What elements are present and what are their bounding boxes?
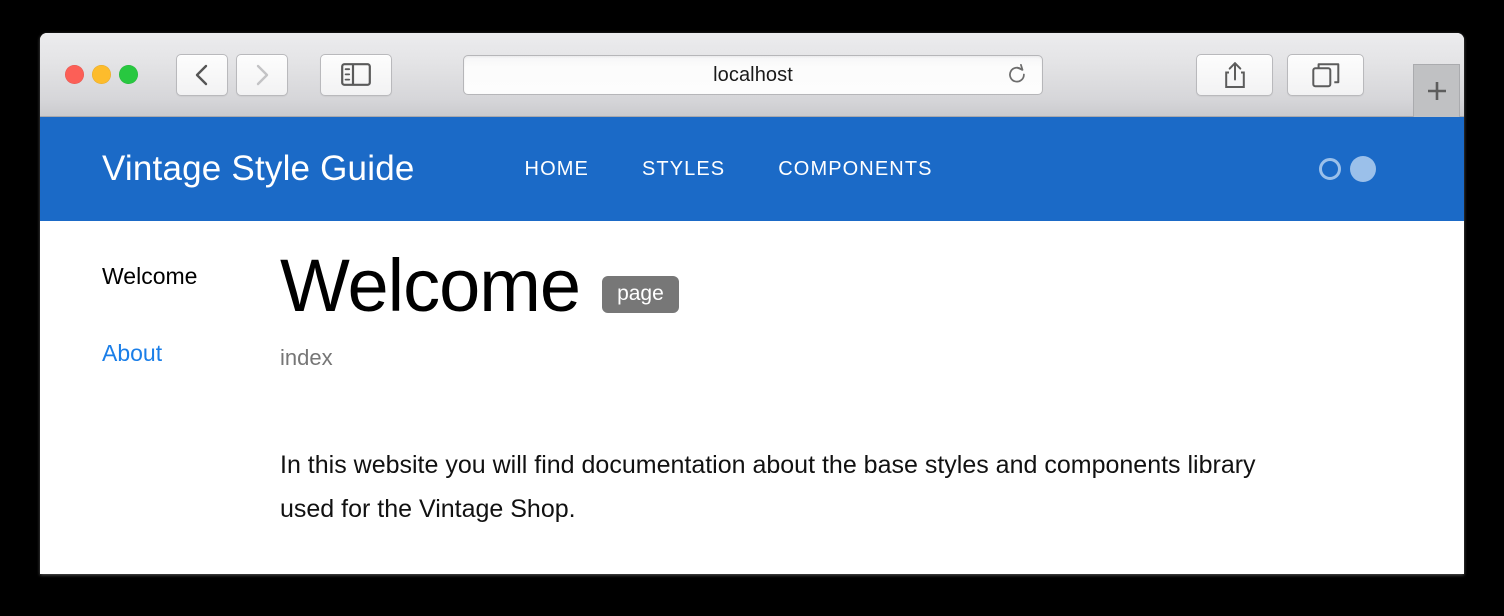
solid-indicator-icon[interactable] [1350, 156, 1376, 182]
navigation-buttons [176, 53, 288, 96]
page-type-badge: page [602, 275, 679, 313]
share-icon [1224, 62, 1245, 88]
share-button[interactable] [1196, 54, 1273, 96]
chevron-left-icon [195, 64, 208, 85]
forward-button[interactable] [236, 53, 288, 96]
page-title: Welcome [280, 244, 581, 327]
site-brand[interactable]: Vintage Style Guide [102, 149, 415, 189]
content-sidebar: Welcome About [40, 249, 278, 574]
reload-icon[interactable] [1006, 64, 1028, 86]
window-controls [65, 65, 138, 84]
plus-icon [1427, 82, 1446, 100]
nav-item-components[interactable]: COMPONENTS [778, 158, 932, 181]
sidebar-item-welcome[interactable]: Welcome [102, 263, 278, 290]
sidebar-item-about[interactable]: About [102, 340, 278, 367]
chevron-right-icon [256, 64, 269, 85]
toolbar-actions [1196, 54, 1364, 96]
browser-window: localhost Vintage Style Guide HOME STYLE… [40, 33, 1464, 574]
tab-overview-button[interactable] [1287, 54, 1364, 96]
main-column: Welcome page index In this website you w… [278, 249, 1464, 574]
tabs-overview-icon [1311, 63, 1339, 88]
nav-item-styles[interactable]: STYLES [642, 158, 725, 181]
back-button[interactable] [176, 53, 228, 96]
page-subtitle: index [280, 345, 333, 370]
header-indicators [1319, 156, 1376, 182]
main-navigation: HOME STYLES COMPONENTS [525, 158, 933, 181]
address-input[interactable]: localhost [713, 64, 793, 87]
site-header: Vintage Style Guide HOME STYLES COMPONEN… [40, 117, 1464, 221]
browser-toolbar: localhost [40, 33, 1464, 118]
sidebar-toggle-button[interactable] [320, 53, 392, 96]
page-description: In this website you will find documentat… [280, 451, 1256, 523]
page-content: Welcome About Welcome page index In this… [40, 221, 1464, 574]
title-row: Welcome page [280, 249, 1464, 323]
ring-indicator-icon[interactable] [1319, 158, 1341, 180]
address-bar[interactable]: localhost [463, 55, 1043, 95]
close-window-button[interactable] [65, 65, 84, 84]
minimize-window-button[interactable] [92, 65, 111, 84]
zoom-window-button[interactable] [119, 65, 138, 84]
new-tab-button[interactable] [1413, 64, 1460, 118]
nav-item-home[interactable]: HOME [525, 158, 589, 181]
sidebar-panel-icon [341, 63, 371, 86]
